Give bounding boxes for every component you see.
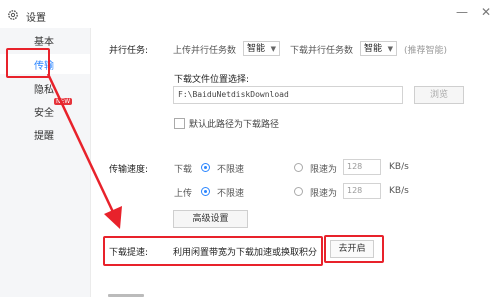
sidebar-item-reminder[interactable]: 提醒	[34, 127, 54, 142]
download-parallel-select[interactable]: 智能 ▼	[360, 41, 397, 56]
download-location-label: 下载文件位置选择:	[174, 75, 250, 85]
sidebar-item-basic[interactable]: 基本	[34, 33, 54, 48]
close-button[interactable]: ✕	[476, 2, 496, 22]
download-limit-input[interactable]: 128	[343, 159, 381, 175]
new-badge: NEW	[54, 98, 73, 105]
download-speed-label: 下载	[174, 165, 193, 175]
default-path-label: 默认此路径为下载路径	[189, 120, 280, 130]
download-unit: KB/s	[389, 162, 409, 172]
upload-limit-input[interactable]: 128	[343, 183, 381, 199]
download-unlimited-label: 不限速	[217, 165, 245, 175]
settings-gear-icon	[8, 10, 18, 20]
download-path-input[interactable]: F:\BaiduNetdiskDownload	[173, 86, 403, 104]
upload-limit-label: 限速为	[310, 189, 338, 199]
window-title: 设置	[26, 13, 46, 24]
advanced-settings-button[interactable]: 高级设置	[173, 210, 248, 228]
minimize-button[interactable]: —	[452, 2, 472, 22]
default-path-checkbox[interactable]	[174, 118, 185, 129]
download-limit-radio[interactable]	[294, 163, 303, 172]
upload-limit-radio[interactable]	[294, 187, 303, 196]
download-unlimited-radio[interactable]	[201, 163, 210, 172]
download-parallel-label: 下载并行任务数	[290, 46, 354, 56]
recommend-hint: (推荐智能)	[404, 46, 448, 56]
download-limit-label: 限速为	[310, 165, 338, 175]
upload-speed-label: 上传	[174, 189, 193, 199]
sidebar-item-privacy[interactable]: 隐私	[34, 81, 54, 96]
annotation-box-transfer	[6, 48, 50, 78]
next-section-label-clipped	[108, 290, 148, 297]
annotation-box-boost	[103, 236, 323, 266]
annotation-box-enable	[324, 235, 384, 263]
browse-button[interactable]: 浏览	[414, 86, 464, 104]
parallel-label: 并行任务:	[109, 46, 149, 56]
title-bar: 设置 — ✕	[0, 0, 499, 28]
chevron-down-icon: ▼	[270, 45, 276, 53]
upload-unlimited-radio[interactable]	[201, 187, 210, 196]
upload-parallel-label: 上传并行任务数	[173, 46, 237, 56]
upload-unlimited-label: 不限速	[217, 189, 245, 199]
sidebar-item-security[interactable]: 安全	[34, 104, 54, 119]
chevron-down-icon: ▼	[387, 45, 393, 53]
upload-parallel-select[interactable]: 智能 ▼	[243, 41, 280, 56]
upload-unit: KB/s	[389, 186, 409, 196]
speed-label: 传输速度:	[109, 165, 149, 175]
